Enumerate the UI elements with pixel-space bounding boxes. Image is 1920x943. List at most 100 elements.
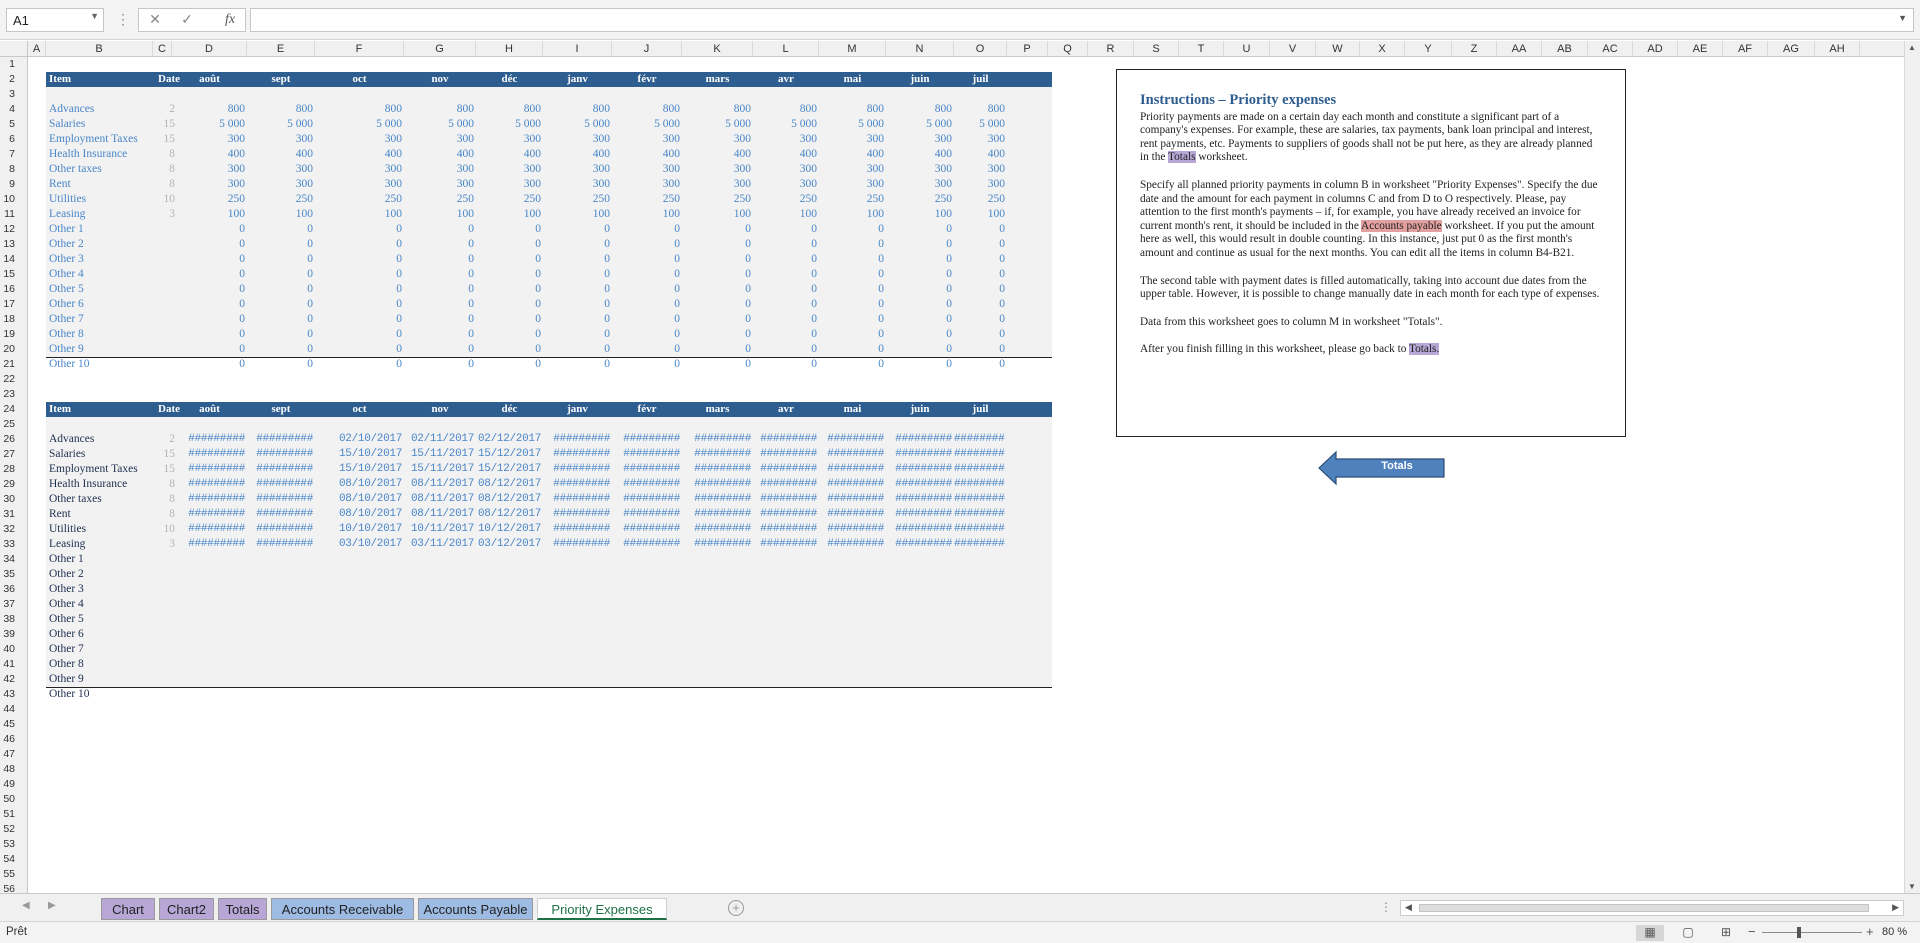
row-header[interactable]: 27 xyxy=(0,447,27,462)
value-cell[interactable]: ######### xyxy=(543,537,610,552)
value-cell[interactable]: 0 xyxy=(886,267,952,282)
value-cell[interactable]: 300 xyxy=(682,177,751,192)
row-header[interactable]: 55 xyxy=(0,867,27,882)
value-cell[interactable]: 300 xyxy=(404,162,474,177)
value-cell[interactable]: ######### xyxy=(682,507,751,522)
scroll-left-icon[interactable]: ◀ xyxy=(1405,902,1412,913)
value-cell[interactable]: 0 xyxy=(682,297,751,312)
page-layout-icon[interactable]: ▢ xyxy=(1674,925,1702,941)
zoom-slider[interactable] xyxy=(1762,932,1862,933)
value-cell[interactable]: 5 000 xyxy=(247,117,313,132)
value-cell[interactable]: ######### xyxy=(954,462,1005,477)
value-cell[interactable]: 0 xyxy=(247,357,313,372)
value-cell[interactable]: 0 xyxy=(819,327,884,342)
horizontal-scroll-thumb[interactable] xyxy=(1419,904,1869,912)
value-cell[interactable]: 15/11/2017 xyxy=(404,447,474,462)
value-cell[interactable]: 0 xyxy=(682,267,751,282)
value-cell[interactable]: 02/12/2017 xyxy=(476,432,541,447)
value-cell[interactable]: ######### xyxy=(172,447,245,462)
value-cell[interactable]: ######### xyxy=(612,492,680,507)
value-cell[interactable]: 0 xyxy=(315,282,402,297)
value-cell[interactable]: 400 xyxy=(476,147,541,162)
value-cell[interactable]: ######### xyxy=(682,447,751,462)
sheet-tab[interactable]: Accounts Payable xyxy=(418,898,533,920)
value-cell[interactable]: 100 xyxy=(172,207,245,222)
value-cell[interactable]: ######### xyxy=(612,447,680,462)
value-cell[interactable]: ######### xyxy=(612,462,680,477)
value-cell[interactable]: ######### xyxy=(543,522,610,537)
item-cell[interactable]: Health Insurance xyxy=(49,477,127,492)
value-cell[interactable]: ######### xyxy=(543,477,610,492)
check-icon[interactable]: ✓ xyxy=(177,11,197,28)
formula-input[interactable]: ▼ xyxy=(250,8,1914,32)
value-cell[interactable]: 08/11/2017 xyxy=(404,477,474,492)
value-cell[interactable]: ######### xyxy=(819,447,884,462)
row-header[interactable]: 9 xyxy=(0,177,27,192)
value-cell[interactable]: 0 xyxy=(315,267,402,282)
value-cell[interactable]: 5 000 xyxy=(682,117,751,132)
column-header[interactable]: AG xyxy=(1768,41,1815,57)
value-cell[interactable]: ######### xyxy=(247,447,313,462)
value-cell[interactable]: 0 xyxy=(612,342,680,357)
value-cell[interactable]: 250 xyxy=(476,192,541,207)
due-day-cell[interactable] xyxy=(145,627,175,642)
value-cell[interactable]: 5 000 xyxy=(612,117,680,132)
item-cell[interactable]: Other 5 xyxy=(49,612,84,627)
value-cell[interactable]: 0 xyxy=(753,312,817,327)
row-header[interactable]: 3 xyxy=(0,87,27,102)
item-cell[interactable]: Advances xyxy=(49,102,94,117)
sheet-tab[interactable]: Priority Expenses xyxy=(537,898,667,920)
value-cell[interactable]: 0 xyxy=(172,267,245,282)
value-cell[interactable]: 0 xyxy=(753,237,817,252)
column-header[interactable]: L xyxy=(753,41,819,57)
next-sheet-icon[interactable]: ▶ xyxy=(48,900,56,911)
value-cell[interactable]: 300 xyxy=(315,132,402,147)
item-cell[interactable]: Employment Taxes xyxy=(49,132,138,147)
value-cell[interactable]: 0 xyxy=(404,267,474,282)
value-cell[interactable]: ######### xyxy=(172,507,245,522)
value-cell[interactable]: 300 xyxy=(954,177,1005,192)
value-cell[interactable]: 0 xyxy=(753,267,817,282)
value-cell[interactable]: 0 xyxy=(886,312,952,327)
value-cell[interactable]: 0 xyxy=(172,327,245,342)
row-header[interactable]: 49 xyxy=(0,777,27,792)
value-cell[interactable]: 5 000 xyxy=(819,117,884,132)
value-cell[interactable]: 0 xyxy=(476,327,541,342)
value-cell[interactable]: 5 000 xyxy=(954,117,1005,132)
page-break-preview-icon[interactable]: ⊞ xyxy=(1712,925,1740,941)
value-cell[interactable]: 0 xyxy=(247,297,313,312)
value-cell[interactable]: 300 xyxy=(682,162,751,177)
row-header[interactable]: 41 xyxy=(0,657,27,672)
column-header[interactable]: P xyxy=(1007,41,1048,57)
value-cell[interactable]: ######### xyxy=(172,462,245,477)
row-header[interactable]: 17 xyxy=(0,297,27,312)
value-cell[interactable]: 0 xyxy=(886,222,952,237)
value-cell[interactable]: 300 xyxy=(476,177,541,192)
value-cell[interactable]: 300 xyxy=(543,177,610,192)
item-cell[interactable]: Other 7 xyxy=(49,642,84,657)
due-day-cell[interactable]: 8 xyxy=(145,162,175,177)
value-cell[interactable]: ######### xyxy=(753,492,817,507)
value-cell[interactable]: 5 000 xyxy=(753,117,817,132)
value-cell[interactable]: 0 xyxy=(819,267,884,282)
select-all-corner[interactable] xyxy=(0,41,28,57)
due-day-cell[interactable] xyxy=(145,552,175,567)
row-header[interactable]: 28 xyxy=(0,462,27,477)
item-cell[interactable]: Other 10 xyxy=(49,687,90,702)
value-cell[interactable]: ######### xyxy=(682,522,751,537)
value-cell[interactable]: 0 xyxy=(753,342,817,357)
item-cell[interactable]: Other 1 xyxy=(49,552,84,567)
value-cell[interactable]: 0 xyxy=(404,282,474,297)
value-cell[interactable]: 0 xyxy=(682,222,751,237)
row-header[interactable]: 13 xyxy=(0,237,27,252)
column-header[interactable]: W xyxy=(1316,41,1360,57)
value-cell[interactable]: ######### xyxy=(543,447,610,462)
value-cell[interactable]: 0 xyxy=(543,327,610,342)
value-cell[interactable]: 08/11/2017 xyxy=(404,507,474,522)
value-cell[interactable]: ######### xyxy=(819,492,884,507)
value-cell[interactable]: 800 xyxy=(954,102,1005,117)
value-cell[interactable]: 0 xyxy=(543,222,610,237)
row-header[interactable]: 47 xyxy=(0,747,27,762)
column-header[interactable]: O xyxy=(954,41,1007,57)
value-cell[interactable]: 0 xyxy=(682,327,751,342)
